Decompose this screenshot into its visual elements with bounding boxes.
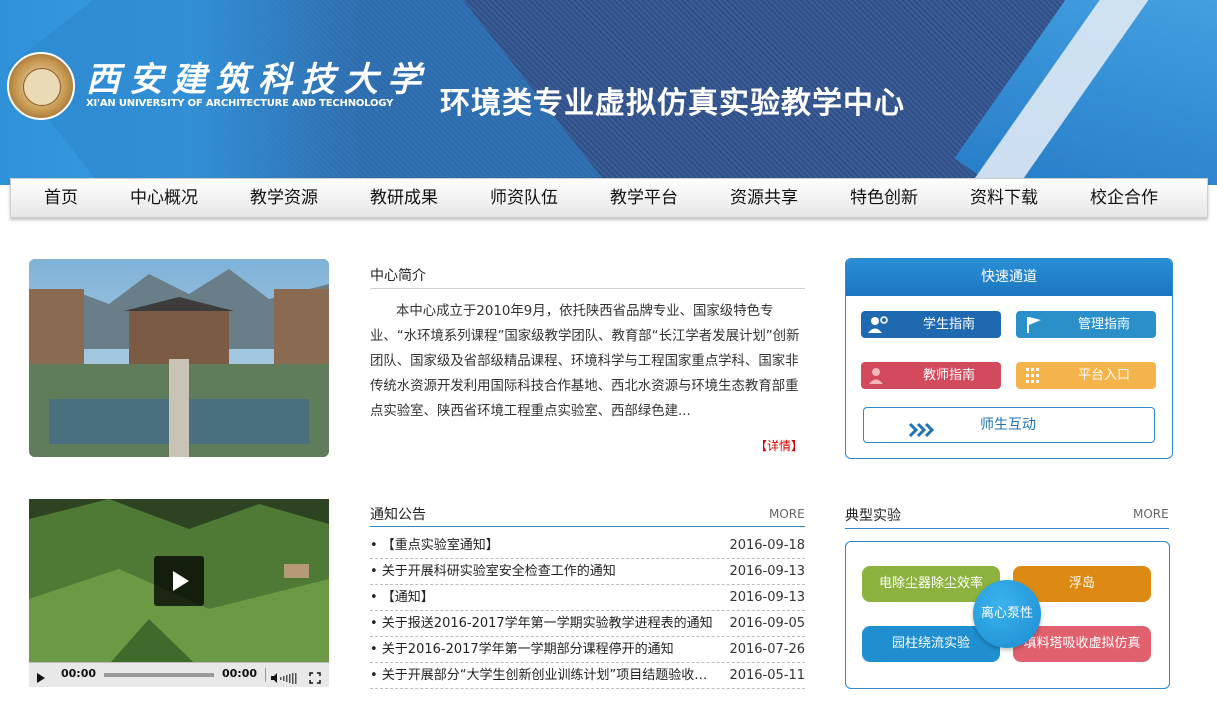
duration-time: 00:00 — [222, 667, 258, 680]
notice-date: 2016-05-11 — [729, 668, 805, 683]
nav-item-faculty[interactable]: 师资队伍 — [490, 179, 558, 217]
nav-item-resource-sharing[interactable]: 资源共享 — [730, 179, 798, 217]
notice-row[interactable]: • 关于开展科研实验室安全检查工作的通知 2016-09-13 — [370, 559, 805, 585]
campus-photo-art — [29, 259, 329, 457]
intro-detail-link[interactable]: 【详情】 — [755, 437, 803, 454]
notice-title[interactable]: • 关于开展科研实验室安全检查工作的通知 — [370, 559, 715, 584]
notice-date: 2016-09-13 — [729, 564, 805, 579]
small-play-icon[interactable] — [36, 669, 46, 687]
grid-icon — [1022, 366, 1046, 385]
campus-photo — [29, 259, 329, 457]
notice-title[interactable]: • 【通知】 — [370, 585, 715, 610]
notice-row[interactable]: • 【重点实验室通知】 2016-09-18 — [370, 533, 805, 559]
nav-item-cooperation[interactable]: 校企合作 — [1090, 179, 1158, 217]
student-guide-label: 学生指南 — [922, 317, 975, 332]
nav-item-innovation[interactable]: 特色创新 — [850, 179, 918, 217]
notices-divider — [370, 526, 805, 527]
teacher-guide-label: 教师指南 — [922, 368, 975, 383]
notice-date: 2016-09-13 — [729, 590, 805, 605]
video-player[interactable]: 00:00 00:00 — [29, 499, 329, 687]
video-controls: 00:00 00:00 — [29, 662, 329, 687]
notice-date: 2016-09-18 — [729, 538, 805, 553]
notice-title[interactable]: • 【重点实验室通知】 — [370, 533, 715, 558]
teacher-student-interaction-button[interactable]: 师生互动 — [863, 407, 1155, 443]
admin-guide-label: 管理指南 — [1077, 317, 1130, 332]
school-name-en: XI'AN UNIVERSITY OF ARCHITECTURE AND TEC… — [86, 98, 394, 109]
notice-title[interactable]: • 关于开展部分“大学生创新创业训练计划”项目结题验收的通知 — [370, 663, 715, 688]
experiments-title: 典型实验 — [845, 508, 901, 524]
site-title: 环境类专业虚拟仿真实验教学中心 — [440, 86, 905, 121]
interaction-label: 师生互动 — [980, 417, 1036, 433]
teacher-icon — [867, 366, 891, 385]
header-banner: 西安建筑科技大学 XI'AN UNIVERSITY OF ARCHITECTUR… — [0, 0, 1217, 185]
main-nav: 首页 中心概况 教学资源 教研成果 师资队伍 教学平台 资源共享 特色创新 资料… — [10, 178, 1208, 218]
notice-row[interactable]: • 【通知】 2016-09-13 — [370, 585, 805, 611]
notices-title: 通知公告 — [370, 507, 426, 523]
school-name-cn: 西安建筑科技大学 — [86, 60, 430, 100]
experiment-centrifugal-pump[interactable]: 离心泵性 — [973, 580, 1041, 648]
notice-title[interactable]: • 关于2016-2017学年第一学期部分课程停开的通知 — [370, 637, 715, 662]
notice-row[interactable]: • 关于2016-2017学年第一学期部分课程停开的通知 2016-07-26 — [370, 637, 805, 663]
student-guide-button[interactable]: 学生指南 — [861, 311, 1001, 338]
current-time: 00:00 — [61, 667, 97, 680]
notice-date: 2016-07-26 — [729, 642, 805, 657]
fullscreen-icon[interactable] — [309, 669, 321, 687]
volume-icon[interactable] — [271, 669, 303, 687]
admin-guide-button[interactable]: 管理指南 — [1016, 311, 1156, 338]
nav-item-overview[interactable]: 中心概况 — [130, 179, 198, 217]
play-icon — [173, 571, 189, 591]
intro-text: 本中心成立于2010年9月，依托陕西省品牌专业、国家级特色专业、“水环境系列课程… — [370, 304, 800, 419]
quick-access-panel: 快速通道 学生指南 管理指南 教师指南 平台入口 师生互动 — [845, 258, 1173, 459]
intro-title: 中心简介 — [370, 268, 426, 284]
seek-bar[interactable] — [104, 673, 214, 677]
play-button[interactable] — [154, 556, 204, 606]
notice-row[interactable]: • 关于报送2016-2017学年第一学期实验教学进程表的通知 2016-09-… — [370, 611, 805, 637]
experiments-more-link[interactable]: MORE — [1133, 507, 1169, 521]
notice-title[interactable]: • 关于报送2016-2017学年第一学期实验教学进程表的通知 — [370, 611, 715, 636]
users-icon — [867, 315, 891, 334]
nav-item-home[interactable]: 首页 — [44, 179, 78, 217]
nav-item-research-results[interactable]: 教研成果 — [370, 179, 438, 217]
teacher-guide-button[interactable]: 教师指南 — [861, 362, 1001, 389]
quick-access-title: 快速通道 — [846, 259, 1172, 296]
experiments-divider — [845, 528, 1169, 529]
platform-entry-label: 平台入口 — [1077, 368, 1130, 383]
platform-entry-button[interactable]: 平台入口 — [1016, 362, 1156, 389]
university-seal-logo[interactable] — [7, 52, 75, 120]
notice-row[interactable]: • 关于开展部分“大学生创新创业训练计划”项目结题验收的通知 2016-05-1… — [370, 663, 805, 689]
chevrons-right-icon — [908, 417, 938, 451]
nav-item-teaching-resources[interactable]: 教学资源 — [250, 179, 318, 217]
nav-item-platform[interactable]: 教学平台 — [610, 179, 678, 217]
notices-more-link[interactable]: MORE — [769, 507, 805, 521]
intro-divider — [370, 288, 805, 289]
notice-date: 2016-09-05 — [729, 616, 805, 631]
flag-icon — [1022, 315, 1046, 334]
nav-item-downloads[interactable]: 资料下载 — [970, 179, 1038, 217]
